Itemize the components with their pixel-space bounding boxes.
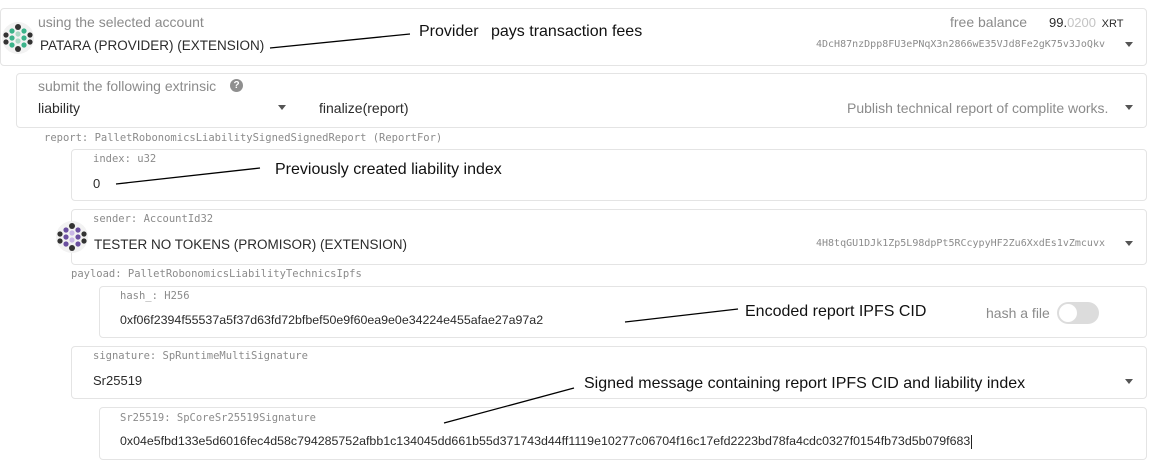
annotation-ipfs-cid: Encoded report IPFS CID <box>745 303 927 320</box>
signed-pointer-line <box>443 387 575 424</box>
annotation-signed-message: Signed message containing report IPFS CI… <box>584 375 1026 392</box>
annotation-provider: Provider <box>419 23 479 40</box>
provider-pointer-line <box>269 33 411 49</box>
annotation-pays-fees: pays transaction fees <box>491 23 643 40</box>
cid-pointer-line <box>624 308 739 323</box>
annotation-liability-index: Previously created liability index <box>275 161 502 178</box>
index-pointer-line <box>115 167 261 185</box>
